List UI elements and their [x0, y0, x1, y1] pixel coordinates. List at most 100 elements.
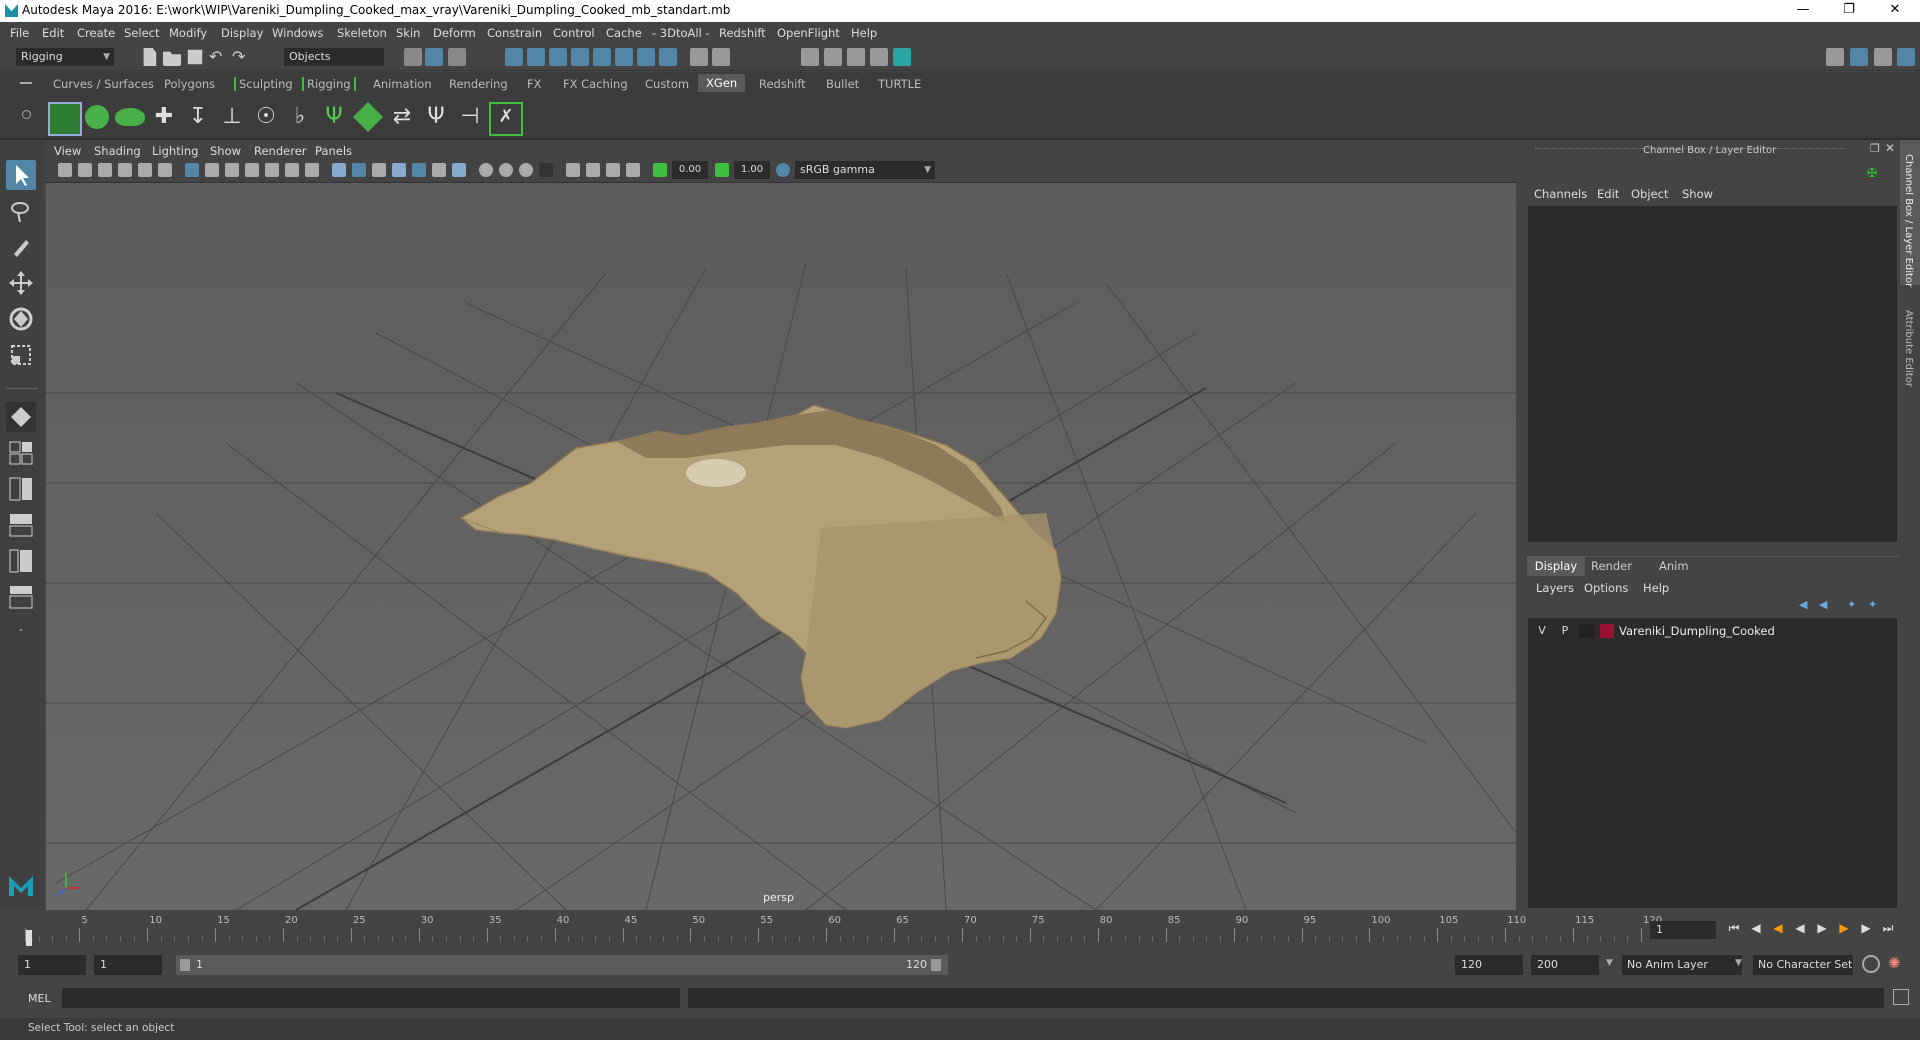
menu-set-dropdown[interactable]: Rigging ▼ [16, 48, 114, 66]
menu-file[interactable]: File [10, 26, 29, 40]
gate-mask-icon[interactable] [245, 163, 259, 177]
menu-skeleton[interactable]: Skeleton [337, 26, 387, 40]
menu-create[interactable]: Create [77, 26, 115, 40]
shelf-tab-curves-surfaces[interactable]: Curves / Surfaces [53, 77, 154, 91]
xgen-guide-curve-icon[interactable]: Ψ [319, 102, 349, 132]
redo-icon[interactable]: ↷ [232, 48, 250, 66]
move-layer-up-icon[interactable]: ◀ [1799, 598, 1807, 611]
options-menu[interactable]: Options [1584, 581, 1628, 595]
outliner-layout-icon[interactable] [6, 510, 36, 540]
xgen-preview-icon[interactable]: ✗ [489, 102, 523, 136]
channel-box-area[interactable] [1528, 206, 1897, 542]
new-layer-icon[interactable]: ✦ [1847, 598, 1856, 611]
menu-select[interactable]: Select [124, 26, 159, 40]
menu-3dtoall[interactable]: - 3DtoAll - [652, 26, 710, 40]
xgen-cut-icon[interactable]: ⊣ [455, 102, 485, 132]
exposure-field[interactable]: 0.00 [672, 161, 708, 179]
snap-point-icon[interactable] [549, 48, 567, 66]
render-settings-icon[interactable] [870, 48, 888, 66]
hypershade-icon[interactable] [893, 48, 911, 66]
menu-windows[interactable]: Windows [272, 26, 323, 40]
chevron-down-icon[interactable]: ▼ [1735, 958, 1742, 968]
menu-control[interactable]: Control [553, 26, 595, 40]
motion-blur-icon[interactable] [479, 163, 493, 177]
menu-modify[interactable]: Modify [169, 26, 207, 40]
undo-icon[interactable]: ↶ [209, 48, 227, 66]
two-d-pan-icon[interactable] [138, 163, 152, 177]
select-tool-icon[interactable] [6, 160, 36, 190]
step-forward-key-icon[interactable]: ▶ [1837, 921, 1851, 935]
layer-list[interactable] [1528, 618, 1897, 908]
current-time-marker[interactable] [26, 930, 32, 946]
menu-display[interactable]: Display [221, 26, 263, 40]
menu-constrain[interactable]: Constrain [487, 26, 542, 40]
gamma-icon[interactable] [715, 163, 729, 177]
history-icon[interactable] [712, 48, 730, 66]
time-slider[interactable]: 1510152025303540455055606570758085909510… [0, 912, 1920, 948]
xgen-lock-guides-icon[interactable]: ♭ [285, 102, 315, 132]
select-by-hierarchy-icon[interactable] [404, 48, 422, 66]
menu-openflight[interactable]: OpenFlight [777, 26, 840, 40]
rotate-tool-icon[interactable] [6, 304, 36, 334]
layer-visibility-toggle[interactable]: V [1534, 623, 1550, 639]
exposure-icon[interactable] [653, 163, 667, 177]
shelf-menu-icon[interactable] [20, 82, 32, 84]
snap-together-icon[interactable] [615, 48, 633, 66]
paint-select-tool-icon[interactable] [6, 232, 36, 262]
symmetry-icon[interactable] [637, 48, 655, 66]
command-input[interactable] [62, 988, 680, 1008]
step-back-frame-icon[interactable]: ◀ [1749, 921, 1763, 935]
layer-color-swatch[interactable] [1600, 624, 1614, 638]
channels-menu[interactable]: Channels [1534, 187, 1587, 201]
view-transform-dropdown[interactable]: sRGB gamma ▼ [795, 161, 935, 179]
render-frame-icon[interactable] [824, 48, 842, 66]
make-live-icon[interactable] [593, 48, 611, 66]
anti-aliasing-icon[interactable] [499, 163, 513, 177]
step-forward-frame-icon[interactable]: ▶ [1859, 921, 1873, 935]
script-language-label[interactable]: MEL [28, 992, 51, 1005]
float-panel-icon[interactable]: ❐ [1870, 142, 1880, 155]
side-tab-attribute-editor[interactable]: Attribute Editor [1903, 310, 1914, 387]
film-gate-icon[interactable] [205, 163, 219, 177]
scale-tool-icon[interactable] [6, 340, 36, 370]
shelf-tab-rendering[interactable]: Rendering [449, 77, 508, 91]
ipr-render-icon[interactable] [847, 48, 865, 66]
gamma-field[interactable]: 1.00 [734, 161, 770, 179]
viewport-3d[interactable]: persp [46, 183, 1516, 910]
layer-tab-anim[interactable]: Anim [1659, 559, 1689, 573]
open-scene-icon[interactable] [163, 51, 181, 66]
restore-button[interactable]: ❐ [1826, 0, 1872, 22]
xgen-guide-visibility-icon[interactable]: ☉ [251, 102, 281, 132]
xray-icon[interactable] [566, 163, 580, 177]
toggle-tool-settings-icon[interactable] [1874, 48, 1892, 66]
range-end-handle[interactable] [931, 959, 941, 971]
shelf-tab-xgen[interactable]: XGen [698, 74, 746, 92]
select-by-component-icon[interactable] [448, 48, 466, 66]
image-plane-icon[interactable] [118, 163, 132, 177]
move-layer-down-icon[interactable]: ◀ [1819, 598, 1827, 611]
snap-grid-icon[interactable] [505, 48, 523, 66]
shelf-tab-rigging[interactable]: Rigging [302, 77, 356, 91]
render-view-icon[interactable] [801, 48, 819, 66]
shelf-tab-custom[interactable]: Custom [645, 77, 689, 91]
xray-components-icon[interactable] [606, 163, 620, 177]
safe-title-icon[interactable] [305, 163, 319, 177]
dumpling-mesh[interactable] [459, 404, 1062, 729]
layer-row[interactable]: V P Vareniki_Dumpling_Cooked [1530, 622, 1895, 640]
isolate-select-icon[interactable] [539, 163, 553, 177]
manipulator-icon[interactable]: ✠ [1867, 166, 1881, 180]
soft-select-icon[interactable] [659, 48, 677, 66]
resolution-gate-icon[interactable] [225, 163, 239, 177]
select-by-object-type-icon[interactable] [425, 48, 443, 66]
depth-of-field-icon[interactable] [519, 163, 533, 177]
wireframe-on-shaded-icon[interactable] [372, 163, 386, 177]
new-layer-selected-icon[interactable]: ✦ [1868, 598, 1877, 611]
grid-icon[interactable] [185, 163, 199, 177]
smooth-shade-icon[interactable] [352, 163, 366, 177]
snap-curve-icon[interactable] [527, 48, 545, 66]
toggle-channel-box-icon[interactable] [1897, 48, 1915, 66]
shelf-tab-turtle[interactable]: TURTLE [878, 77, 921, 91]
panel-menu-renderer[interactable]: Renderer [254, 144, 307, 158]
layers-menu[interactable]: Layers [1536, 581, 1574, 595]
xgen-create-description-icon[interactable] [85, 105, 109, 129]
